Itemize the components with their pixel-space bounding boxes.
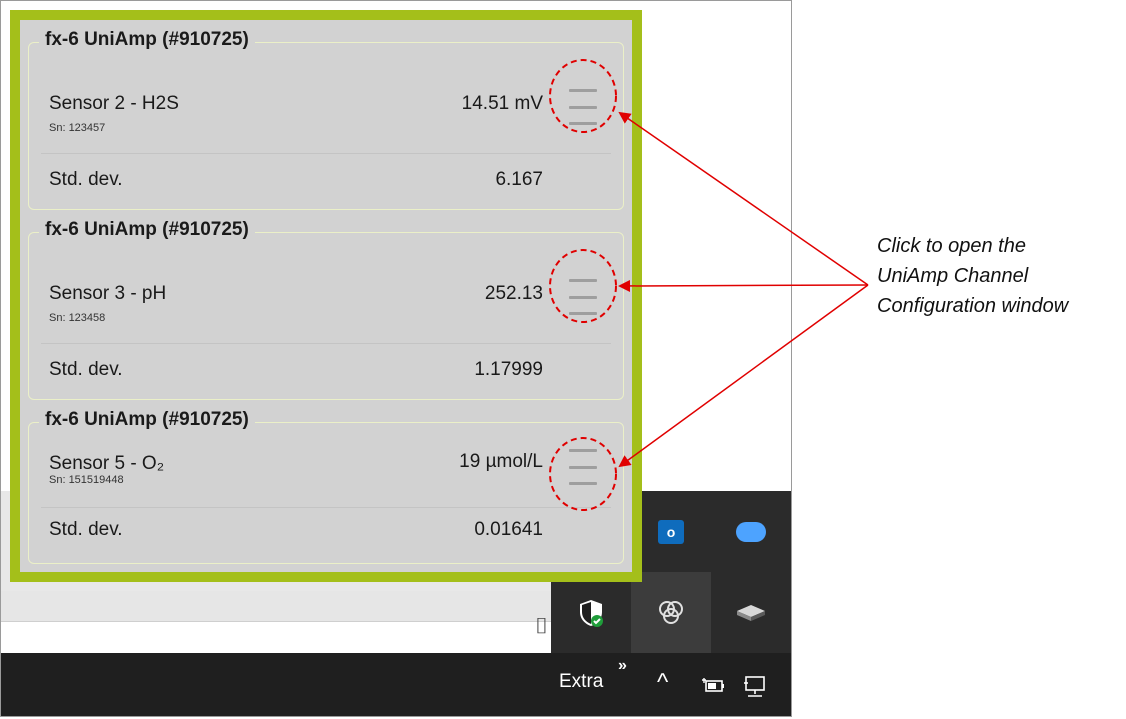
callout-line: UniAmp Channel (877, 265, 1029, 287)
callout-arrow (618, 284, 869, 468)
callout-arrow (618, 279, 869, 292)
highlight-circle (549, 59, 617, 133)
highlight-circle (549, 437, 617, 511)
callout-text: Click to open the UniAmp Channel Configu… (877, 231, 1122, 321)
callout-arrow (618, 111, 869, 286)
highlight-circle (549, 249, 617, 323)
callout-line: Configuration window (877, 295, 1069, 317)
callout-line: Click to open the (877, 235, 1026, 257)
annotation-overlay (549, 59, 869, 511)
